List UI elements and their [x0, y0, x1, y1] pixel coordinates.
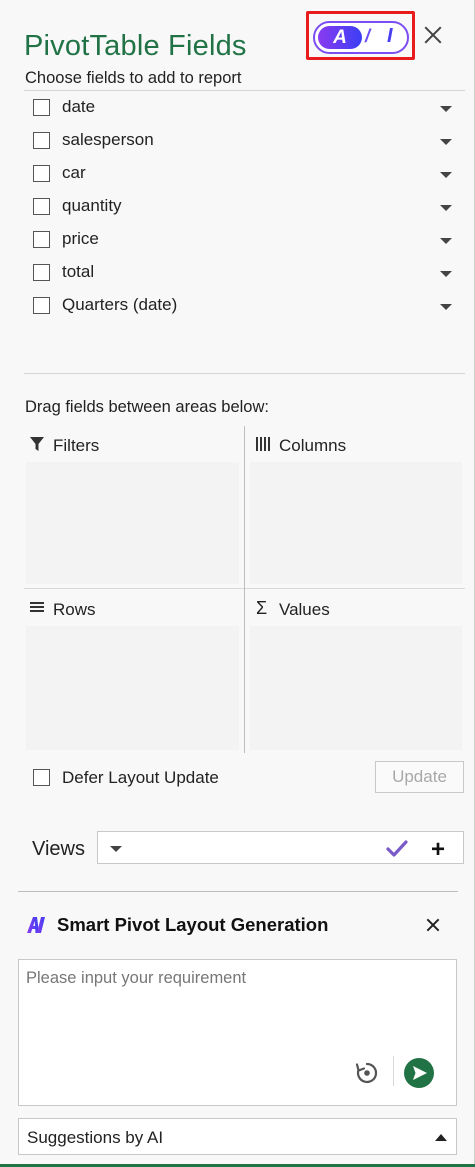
field-checkbox[interactable] [33, 165, 50, 182]
field-checkbox[interactable] [33, 99, 50, 116]
values-drop-area[interactable] [250, 626, 462, 750]
reset-icon[interactable] [354, 1060, 380, 1086]
panel-title: PivotTable Fields [24, 30, 247, 62]
views-dropdown-arrow-icon[interactable] [110, 846, 122, 852]
ai-logo-icon [27, 917, 45, 933]
field-dropdown-arrow-icon[interactable] [440, 304, 452, 310]
suggestions-by-ai-dropdown[interactable]: Suggestions by AI [18, 1118, 457, 1155]
requirement-input[interactable] [19, 960, 456, 1050]
check-icon[interactable] [386, 839, 408, 859]
field-dropdown-arrow-icon[interactable] [440, 238, 452, 244]
ai-toggle-knob: A [318, 26, 362, 49]
field-row-car[interactable]: car [24, 157, 465, 190]
views-selector[interactable]: + [97, 831, 464, 864]
prompt-actions-divider [393, 1056, 394, 1086]
rows-drop-area[interactable] [26, 626, 239, 750]
pivottable-fields-panel: PivotTable Fields A / I Choose fields to… [0, 0, 475, 1167]
send-arrow-icon [413, 1066, 427, 1080]
field-dropdown-arrow-icon[interactable] [440, 139, 452, 145]
field-checkbox[interactable] [33, 297, 50, 314]
drag-fields-hint: Drag fields between areas below: [25, 398, 269, 416]
rows-area-label: Rows [53, 600, 96, 619]
close-ai-panel-icon[interactable] [422, 914, 444, 936]
views-label: Views [32, 838, 85, 860]
field-label: total [62, 262, 95, 281]
field-checkbox[interactable] [33, 198, 50, 215]
columns-drop-area[interactable] [250, 462, 462, 584]
field-row-quantity[interactable]: quantity [24, 190, 465, 223]
rows-icon [30, 602, 44, 612]
choose-fields-label: Choose fields to add to report [25, 69, 242, 87]
suggestions-label: Suggestions by AI [27, 1128, 164, 1147]
add-view-icon[interactable]: + [431, 836, 445, 864]
update-button[interactable]: Update [375, 761, 464, 793]
field-row-quarters[interactable]: Quarters (date) [24, 289, 465, 322]
field-list: date salesperson car quantity price tota… [24, 90, 465, 374]
ai-mode-toggle[interactable]: A / I [313, 21, 409, 54]
requirement-prompt-box [18, 959, 457, 1106]
field-dropdown-arrow-icon[interactable] [440, 271, 452, 277]
section-separator [18, 891, 458, 892]
field-row-salesperson[interactable]: salesperson [24, 124, 465, 157]
field-label: car [62, 163, 86, 182]
columns-area-label: Columns [279, 436, 347, 455]
field-label: salesperson [62, 130, 154, 149]
field-row-date[interactable]: date [24, 91, 465, 124]
field-label: quantity [62, 196, 122, 215]
field-checkbox[interactable] [33, 132, 50, 149]
field-dropdown-arrow-icon[interactable] [440, 172, 452, 178]
smart-pivot-title: Smart Pivot Layout Generation [57, 914, 329, 935]
defer-layout-checkbox[interactable] [33, 769, 50, 786]
chevron-up-icon[interactable] [435, 1134, 447, 1141]
ai-toggle-separator: / [365, 26, 371, 46]
filter-icon [30, 437, 44, 451]
columns-icon [256, 437, 270, 451]
close-panel-icon[interactable] [420, 22, 446, 48]
field-checkbox[interactable] [33, 264, 50, 281]
values-area-label: Values [279, 600, 330, 619]
field-label: price [62, 229, 99, 248]
defer-layout-label: Defer Layout Update [62, 768, 219, 787]
field-row-price[interactable]: price [24, 223, 465, 256]
sigma-icon: Σ [256, 598, 268, 618]
filters-drop-area[interactable] [26, 462, 239, 584]
filters-area-label: Filters [53, 436, 100, 455]
send-button[interactable] [404, 1058, 434, 1088]
field-dropdown-arrow-icon[interactable] [440, 205, 452, 211]
field-dropdown-arrow-icon[interactable] [440, 106, 452, 112]
ai-toggle-letter-a: A [333, 27, 347, 48]
field-checkbox[interactable] [33, 231, 50, 248]
field-label: Quarters (date) [62, 295, 178, 314]
ai-toggle-letter-i: I [387, 25, 393, 47]
field-label: date [62, 97, 96, 116]
areas-vertical-divider [244, 426, 245, 753]
field-row-total[interactable]: total [24, 256, 465, 289]
